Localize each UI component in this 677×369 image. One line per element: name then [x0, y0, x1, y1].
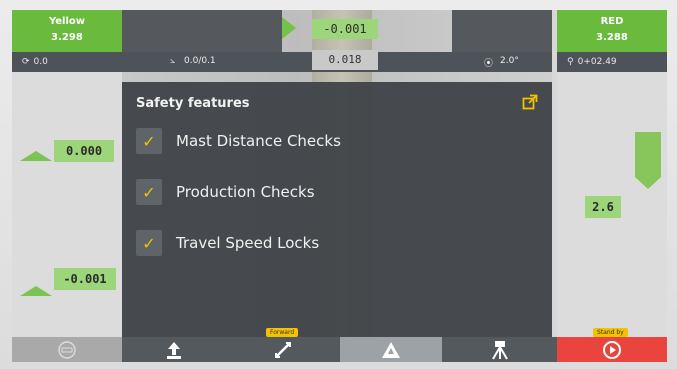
down-indicator: [635, 132, 661, 177]
navigation-button[interactable]: [340, 337, 442, 362]
option-label: Travel Speed Locks: [176, 234, 320, 252]
right-status-sub: ⚲ 0+02.49: [557, 52, 667, 72]
right-status-name: RED: [600, 16, 624, 27]
rotation-icon: ⟳: [22, 57, 30, 67]
right-status-value: 3.288: [596, 32, 628, 43]
checkbox-travel-speed[interactable]: ✓: [136, 230, 162, 256]
option-label: Mast Distance Checks: [176, 132, 341, 150]
right-status-box[interactable]: RED 3.288: [557, 10, 667, 52]
forward-icon: [275, 341, 291, 358]
tripod-icon: [491, 340, 508, 360]
up-arrow-icon: [20, 151, 52, 161]
option-production-checks[interactable]: ✓ Production Checks: [136, 179, 315, 205]
option-travel-speed-locks[interactable]: ✓ Travel Speed Locks: [136, 230, 319, 256]
machine-control-screen: Yellow 3.298 ⟳ 0.0 -0.001 0.018 ⦣ 0.0/0.…: [12, 10, 667, 362]
right-status-panel[interactable]: RED 3.288 ⚲ 0+02.49: [557, 10, 667, 72]
angle-icon: ⦿: [484, 59, 494, 69]
right-status-sub-value: 0+02.49: [577, 57, 617, 67]
left-status-box[interactable]: Yellow 3.298: [12, 10, 122, 52]
play-icon: [603, 340, 621, 359]
slope-value: 0.0/0.1: [184, 56, 216, 66]
station-icon: ⚲: [567, 57, 574, 67]
standby-badge: Stand by: [593, 328, 628, 337]
offset-top-value: -0.001: [312, 19, 378, 39]
left-status-panel[interactable]: Yellow 3.298 ⟳ 0.0: [12, 10, 122, 72]
target-flag-icon: [282, 17, 296, 39]
external-link-icon[interactable]: [522, 94, 538, 110]
bottom-toolbar: Forward Stand by: [12, 328, 667, 362]
upload-button[interactable]: [122, 337, 226, 362]
left-side-panel: 0.000 -0.001: [12, 72, 122, 337]
left-upper-value: 0.000: [54, 140, 114, 162]
left-status-value: 3.298: [51, 32, 83, 43]
forward-badge: Forward: [266, 328, 299, 337]
slope-icon: ⦣: [170, 56, 176, 66]
up-arrow-icon: [20, 286, 52, 296]
dialog-title: Safety features: [136, 96, 250, 111]
tripod-button[interactable]: [442, 337, 557, 362]
left-status-sub: ⟳ 0.0: [12, 52, 122, 72]
checkbox-mast-distance[interactable]: ✓: [136, 128, 162, 154]
option-mast-distance-checks[interactable]: ✓ Mast Distance Checks: [136, 128, 341, 154]
left-lower-value: -0.001: [54, 268, 116, 290]
menu-button[interactable]: [12, 337, 122, 362]
right-side-panel: 2.6: [557, 72, 667, 337]
right-value: 2.6: [585, 196, 621, 218]
navigation-icon: [382, 341, 400, 358]
safety-features-dialog: Safety features ✓ Mast Distance Checks ✓…: [122, 82, 552, 337]
upload-icon: [167, 341, 181, 359]
device-frame: Yellow 3.298 ⟳ 0.0 -0.001 0.018 ⦣ 0.0/0.…: [0, 0, 677, 369]
angle-value: 2.0°: [500, 56, 519, 66]
left-status-name: Yellow: [48, 16, 86, 27]
option-label: Production Checks: [176, 183, 315, 201]
checkbox-production[interactable]: ✓: [136, 179, 162, 205]
offset-mid-value: 0.018: [312, 50, 378, 70]
forward-button[interactable]: Forward: [226, 328, 340, 362]
top-center-bar: -0.001 0.018 ⦣ 0.0/0.1 ⦿ 2.0°: [122, 10, 552, 72]
standby-button[interactable]: Stand by: [557, 328, 667, 362]
menu-icon: [58, 340, 76, 359]
down-arrow-icon: [635, 177, 661, 189]
left-status-sub-value: 0.0: [33, 57, 48, 67]
